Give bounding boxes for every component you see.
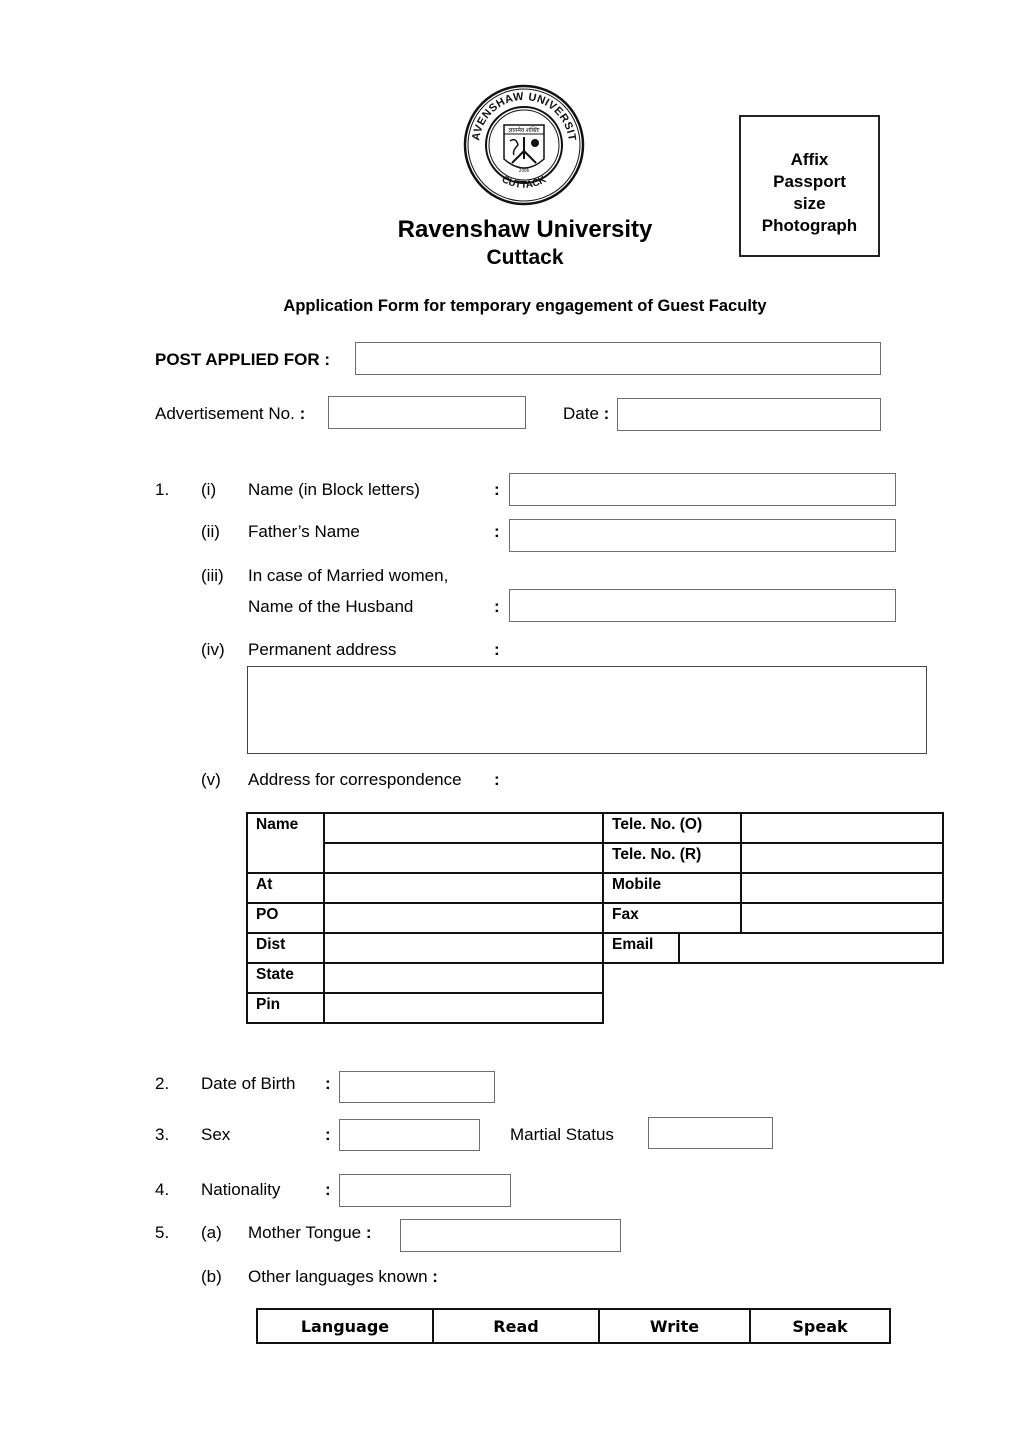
lang-header-write: Write (598, 1308, 751, 1344)
post-applied-label: POST APPLIED FOR : (155, 350, 331, 369)
section-number: 5. (155, 1223, 170, 1242)
married-women-label: In case of Married women, (248, 566, 449, 585)
corr-label-dist: Dist (246, 932, 325, 964)
colon: : (494, 597, 500, 616)
item-roman: (iv) (201, 640, 225, 659)
mother-tongue-input[interactable] (400, 1219, 621, 1252)
colon: : (365, 1223, 372, 1242)
corr-pin-input[interactable] (323, 992, 604, 1024)
university-city: Cuttack (486, 246, 564, 269)
corr-name-input-1[interactable] (323, 812, 604, 844)
lang-header-language: Language (256, 1308, 434, 1344)
nationality-label: Nationality (201, 1180, 281, 1199)
husband-name-label: Name of the Husband (248, 597, 414, 616)
item-roman: (v) (201, 770, 221, 789)
fathers-name-label: Father’s Name (248, 522, 360, 541)
colon: : (494, 640, 500, 659)
name-label: Name (in Block letters) (248, 480, 420, 499)
sex-input[interactable] (339, 1119, 480, 1151)
photo-line: Affix (790, 150, 829, 169)
section-number: 4. (155, 1180, 170, 1199)
corr-label-mobile: Mobile (602, 872, 742, 904)
photo-line: Passport (773, 172, 846, 191)
item-letter: (a) (201, 1223, 222, 1242)
section-number: 2. (155, 1074, 170, 1093)
empty-cell (603, 963, 943, 993)
date-label: Date : (563, 404, 609, 424)
corr-label-tele-residence: Tele. No. (R) (602, 842, 742, 874)
corr-tele-residence-input[interactable] (740, 842, 944, 874)
fathers-name-input[interactable] (509, 519, 896, 552)
marital-status-input[interactable] (648, 1117, 773, 1149)
item-roman: (iii) (201, 566, 224, 585)
other-languages-label-text: Other languages known (248, 1267, 433, 1286)
mother-tongue-label: Mother Tongue : (248, 1223, 372, 1243)
item-letter: (b) (201, 1267, 222, 1286)
svg-text:CUTTACK: CUTTACK (500, 174, 549, 191)
corr-label-state: State (246, 962, 325, 994)
mother-tongue-label-text: Mother Tongue (248, 1223, 366, 1242)
correspondence-address-label: Address for correspondence (248, 770, 462, 789)
corr-tele-office-input[interactable] (740, 812, 944, 844)
colon: : (299, 404, 306, 423)
date-label-text: Date (563, 404, 604, 423)
permanent-address-input[interactable] (247, 666, 927, 754)
svg-text:2006: 2006 (519, 168, 530, 173)
other-languages-label: Other languages known : (248, 1267, 438, 1287)
corr-label-po: PO (246, 902, 325, 934)
university-name: Ravenshaw University (397, 216, 653, 243)
date-input[interactable] (617, 398, 881, 431)
marital-status-label: Martial Status (510, 1125, 614, 1144)
dob-input[interactable] (339, 1071, 495, 1103)
languages-table: Language Read Write Speak (256, 1308, 891, 1344)
husband-name-input[interactable] (509, 589, 896, 622)
university-seal-icon: RAVENSHAW UNIVERSITY CUTTACK ज्ञानमेव शक… (458, 72, 586, 209)
corr-label-at: At (246, 872, 325, 904)
colon: : (325, 1074, 331, 1093)
corr-email-input[interactable] (678, 932, 944, 964)
sex-label: Sex (201, 1125, 231, 1144)
permanent-address-label: Permanent address (248, 640, 397, 659)
corr-label-pin: Pin (246, 992, 325, 1024)
corr-label-fax: Fax (602, 902, 742, 934)
colon: : (603, 404, 610, 423)
colon: : (494, 522, 500, 541)
photo-line: size (793, 194, 826, 213)
nationality-input[interactable] (339, 1174, 511, 1207)
lang-header-read: Read (432, 1308, 600, 1344)
corr-label-email: Email (602, 932, 680, 964)
corr-po-input[interactable] (323, 902, 604, 934)
item-roman: (i) (201, 480, 217, 499)
correspondence-table: Name Tele. No. (O) Tele. No. (R) At Mobi… (246, 812, 944, 1024)
corr-mobile-input[interactable] (740, 872, 944, 904)
item-roman: (ii) (201, 522, 220, 541)
section-number: 1. (155, 480, 170, 499)
corr-state-input[interactable] (323, 962, 604, 994)
form-title: Application Form for temporary engagemen… (283, 297, 767, 315)
colon: : (325, 1180, 331, 1199)
corr-label-tele-office: Tele. No. (O) (602, 812, 742, 844)
name-input[interactable] (509, 473, 896, 506)
advertisement-label-text: Advertisement No. (155, 404, 300, 423)
corr-name-input-2[interactable] (323, 842, 604, 874)
corr-label-name: Name (246, 812, 325, 874)
colon: : (494, 480, 500, 499)
corr-dist-input[interactable] (323, 932, 604, 964)
section-number: 3. (155, 1125, 170, 1144)
lang-header-speak: Speak (749, 1308, 891, 1344)
svg-text:ज्ञानमेव शक्तिः: ज्ञानमेव शक्तिः (508, 126, 540, 134)
colon: : (432, 1267, 438, 1286)
advertisement-label: Advertisement No. : (155, 404, 305, 424)
empty-cell (603, 993, 943, 1023)
advertisement-no-input[interactable] (328, 396, 526, 429)
dob-label: Date of Birth (201, 1074, 296, 1093)
corr-fax-input[interactable] (740, 902, 944, 934)
post-applied-input[interactable] (355, 342, 881, 375)
colon: : (325, 1125, 331, 1144)
colon: : (494, 770, 500, 789)
corr-at-input[interactable] (323, 872, 604, 904)
